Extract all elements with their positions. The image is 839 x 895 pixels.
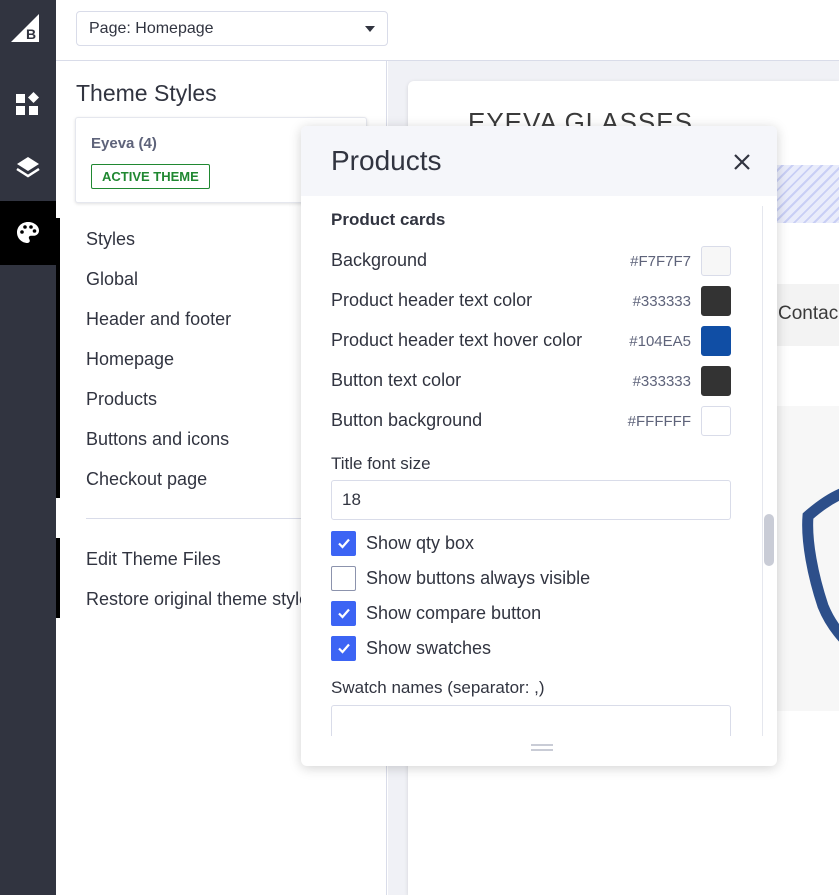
color-label: Background [331, 250, 428, 270]
swatch-names-label: Swatch names (separator: ,) [331, 678, 545, 697]
theme-name: Eyeva (4) [91, 135, 157, 152]
show-qty-box-option[interactable]: Show qty box [331, 530, 474, 556]
svg-text:B: B [26, 26, 36, 42]
checkbox-checked[interactable] [331, 530, 356, 556]
checkbox-label: Show qty box [366, 532, 475, 553]
show-buttons-visible-option[interactable]: Show buttons always visible [331, 565, 590, 591]
color-row: Product header text color #333333 [331, 286, 731, 316]
checkbox-label: Show swatches [366, 637, 492, 658]
products-modal: Products Product cards Background #F7F7F… [301, 126, 777, 766]
color-label: Product header text color [331, 290, 533, 310]
color-hex: #333333 [632, 373, 691, 390]
page-select-value: Page: Homepage [89, 19, 214, 37]
nav-group-indicator [56, 218, 60, 498]
color-swatch[interactable] [701, 286, 731, 316]
color-hex: #F7F7F7 [630, 253, 691, 270]
close-icon[interactable] [729, 149, 755, 175]
bigcommerce-logo-icon[interactable]: B [9, 12, 41, 44]
color-row: Button background #FFFFFF [331, 406, 731, 436]
nav-item-homepage[interactable]: Homepage [86, 349, 174, 370]
edit-theme-files-link[interactable]: Edit Theme Files [86, 549, 221, 570]
color-swatch[interactable] [701, 406, 731, 436]
left-rail: B [0, 0, 56, 895]
color-hex: #FFFFFF [627, 413, 691, 430]
color-row: Product header text hover color #104EA5 [331, 326, 731, 356]
preview-nav-link[interactable]: Contac [778, 303, 838, 325]
widgets-icon[interactable] [0, 72, 56, 136]
color-row: Button text color #333333 [331, 366, 731, 396]
modal-header: Products [301, 126, 777, 196]
checkbox-label: Show buttons always visible [366, 567, 591, 588]
show-swatches-option[interactable]: Show swatches [331, 635, 491, 661]
color-label: Button background [331, 410, 483, 430]
swatch-names-input[interactable] [331, 705, 731, 736]
top-bar: Page: Homepage [56, 0, 839, 61]
scrollbar-thumb[interactable] [764, 514, 774, 566]
color-swatch[interactable] [701, 246, 731, 276]
checkbox-label: Show compare button [366, 602, 542, 623]
checkbox-unchecked[interactable] [331, 565, 356, 591]
color-label: Product header text hover color [331, 330, 583, 350]
scrollbar-track[interactable] [762, 206, 776, 736]
checkbox-checked[interactable] [331, 635, 356, 661]
nav-item-buttons-icons[interactable]: Buttons and icons [86, 429, 229, 450]
color-swatch[interactable] [701, 326, 731, 356]
panel-title: Theme Styles [76, 80, 217, 106]
modal-title: Products [331, 145, 442, 176]
color-label: Button text color [331, 370, 462, 390]
chevron-down-icon [365, 25, 375, 32]
title-font-size-label: Title font size [331, 454, 431, 473]
restore-theme-styles-link[interactable]: Restore original theme styles [86, 589, 318, 610]
nav-item-header-footer[interactable]: Header and footer [86, 309, 231, 330]
section-title: Product cards [331, 210, 446, 229]
layers-icon[interactable] [0, 136, 56, 200]
nav-item-checkout-page[interactable]: Checkout page [86, 469, 207, 490]
active-theme-badge: ACTIVE THEME [91, 164, 210, 189]
color-swatch[interactable] [701, 366, 731, 396]
checkbox-checked[interactable] [331, 600, 356, 626]
resize-handle-icon[interactable] [531, 744, 553, 752]
nav-item-styles[interactable]: Styles [86, 229, 135, 250]
nav-item-products[interactable]: Products [86, 389, 157, 410]
color-hex: #333333 [632, 293, 691, 310]
nav-group-indicator [56, 538, 60, 618]
palette-icon[interactable] [0, 201, 56, 265]
page-select[interactable]: Page: Homepage [76, 11, 388, 46]
color-row: Background #F7F7F7 [331, 246, 731, 276]
color-hex: #104EA5 [629, 333, 691, 350]
show-compare-button-option[interactable]: Show compare button [331, 600, 541, 626]
modal-body: Product cards Background #F7F7F7 Product… [301, 196, 777, 736]
title-font-size-input[interactable]: 18 [331, 480, 731, 520]
nav-item-global[interactable]: Global [86, 269, 138, 290]
